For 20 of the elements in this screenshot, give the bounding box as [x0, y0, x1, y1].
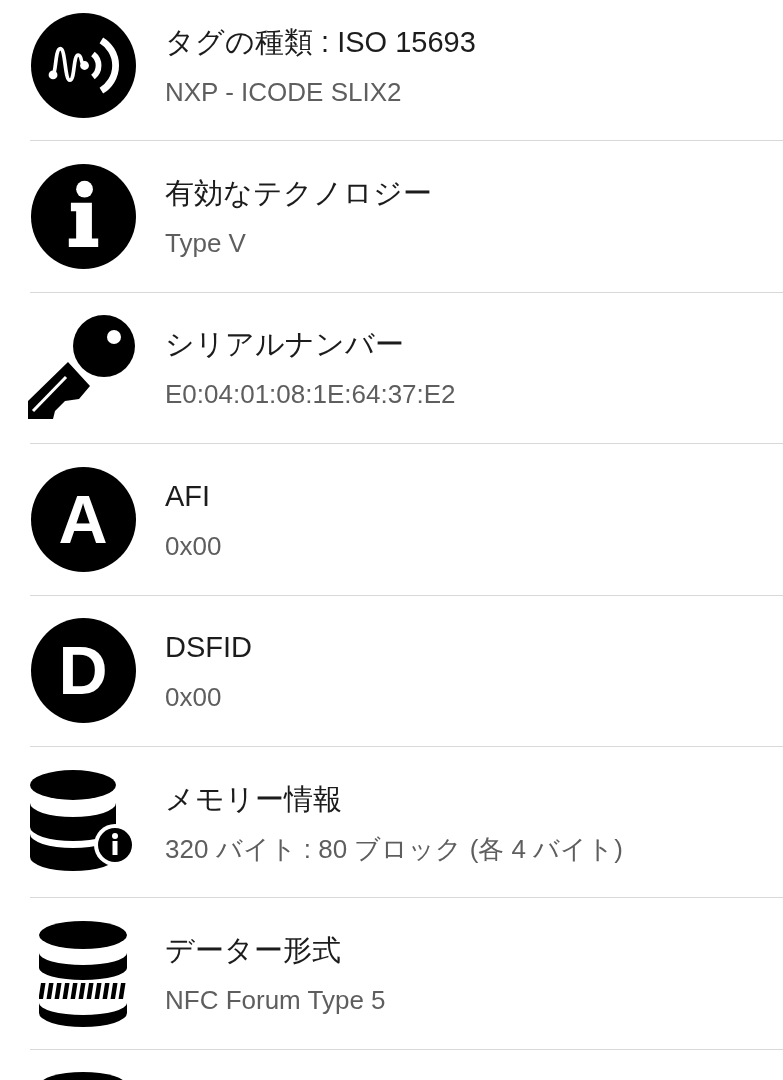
item-title: AFI	[165, 478, 212, 514]
item-title: タグの種類 : ISO 15693	[165, 24, 476, 60]
wave-signal-icon	[30, 12, 136, 118]
item-title: メモリー情報	[165, 781, 343, 817]
info-icon	[30, 164, 136, 270]
letter-circle-icon: D	[30, 618, 136, 724]
item-value: NXP - ICODE SLIX2	[165, 75, 403, 109]
striped-cylinder-icon	[39, 920, 127, 1027]
key-icon	[28, 315, 138, 421]
item-value: 0x00	[165, 529, 222, 563]
item-value: NFC Forum Type 5	[165, 984, 386, 1018]
item-title: シリアルナンバー	[165, 327, 405, 363]
item-value: 0x00	[165, 681, 223, 715]
letter-circle-icon: A	[30, 466, 136, 572]
item-value: E0:04:01:08:1E:64:37:E2	[165, 378, 456, 412]
item-value: 320 バイト : 80 ブロック (各 4 バイト)	[165, 832, 623, 866]
item-value: Type V	[165, 227, 247, 261]
item-title: 有効なテクノロジー	[165, 176, 432, 212]
item-title: データー形式	[165, 933, 342, 969]
item-title: DSFID	[165, 630, 252, 666]
